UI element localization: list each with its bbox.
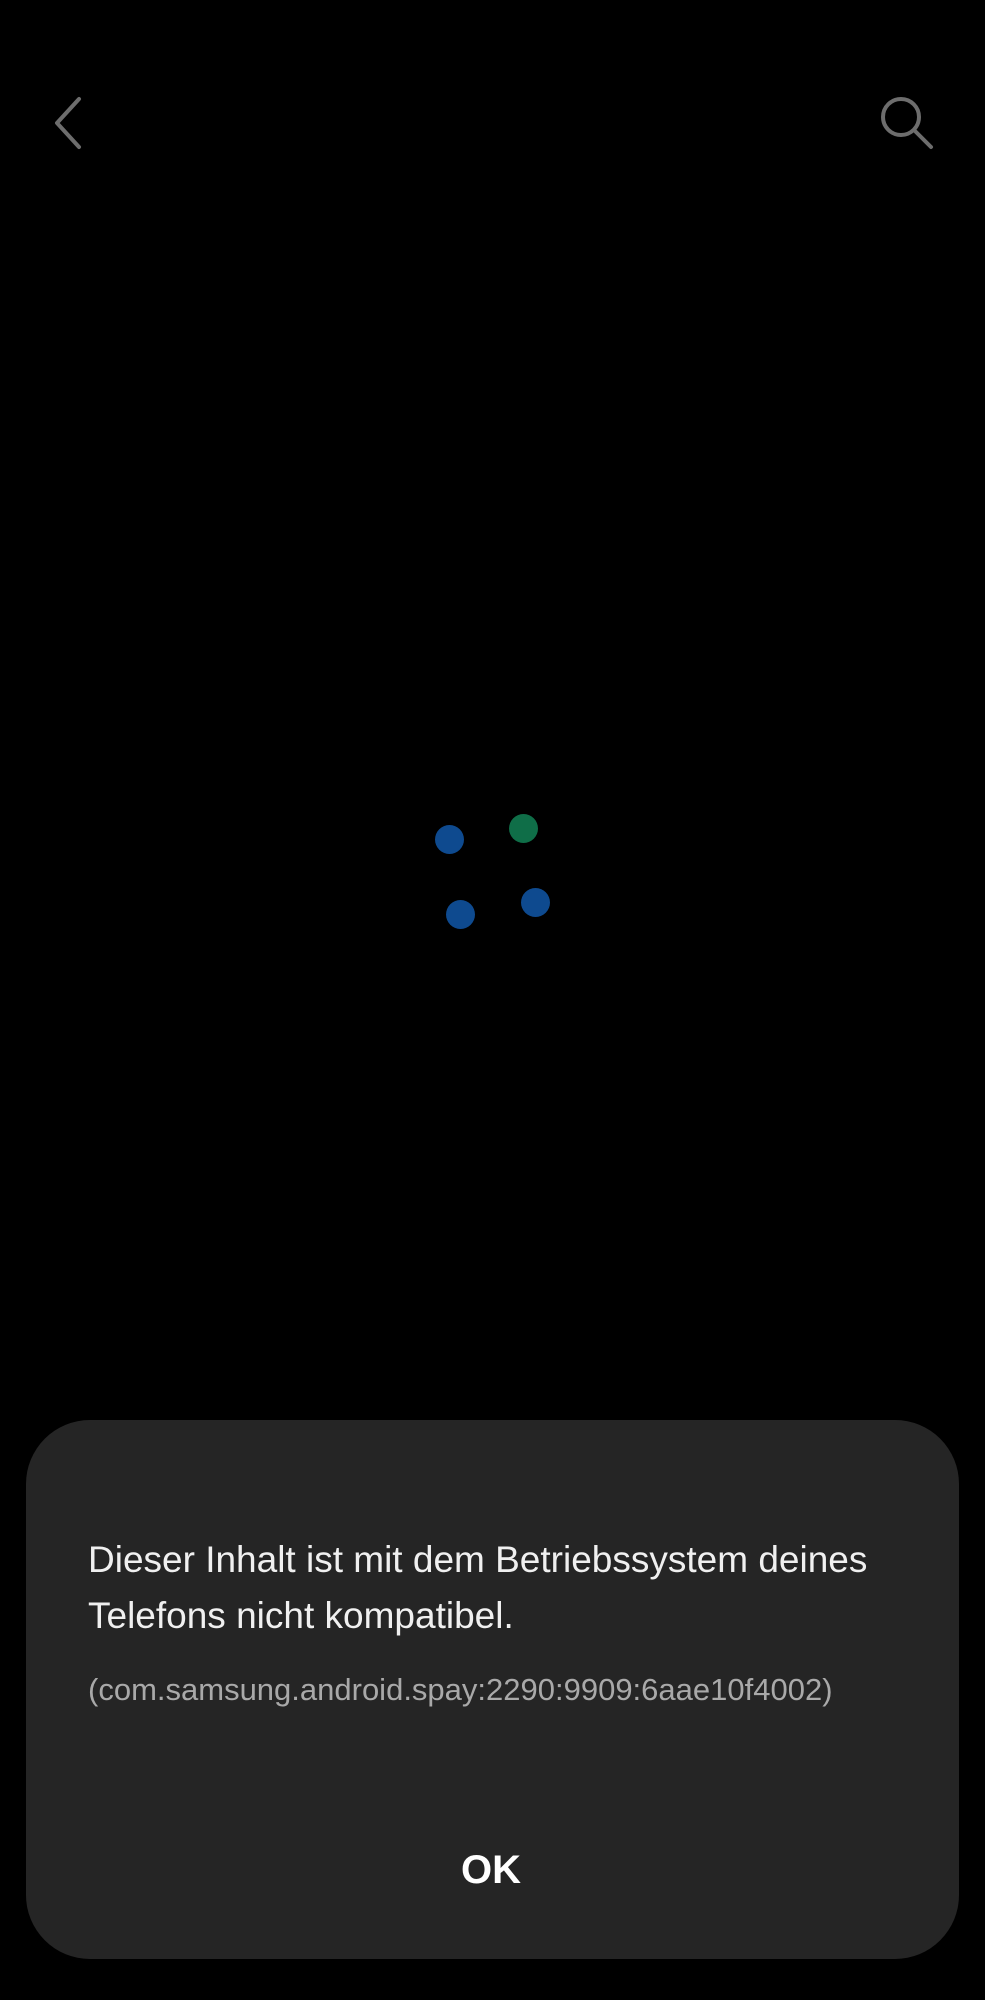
spinner-dot <box>446 900 475 929</box>
dialog-error-code: (com.samsung.android.spay:2290:9909:6aae… <box>88 1672 833 1707</box>
spinner-dot <box>521 888 550 917</box>
error-dialog: Dieser Inhalt ist mit dem Betriebssystem… <box>26 1420 959 1959</box>
loading-spinner <box>0 0 985 1000</box>
ok-button[interactable]: OK <box>366 1820 616 1920</box>
spinner-dot <box>509 814 538 843</box>
spinner-dot <box>435 825 464 854</box>
dialog-message: Dieser Inhalt ist mit dem Betriebssystem… <box>88 1539 868 1636</box>
